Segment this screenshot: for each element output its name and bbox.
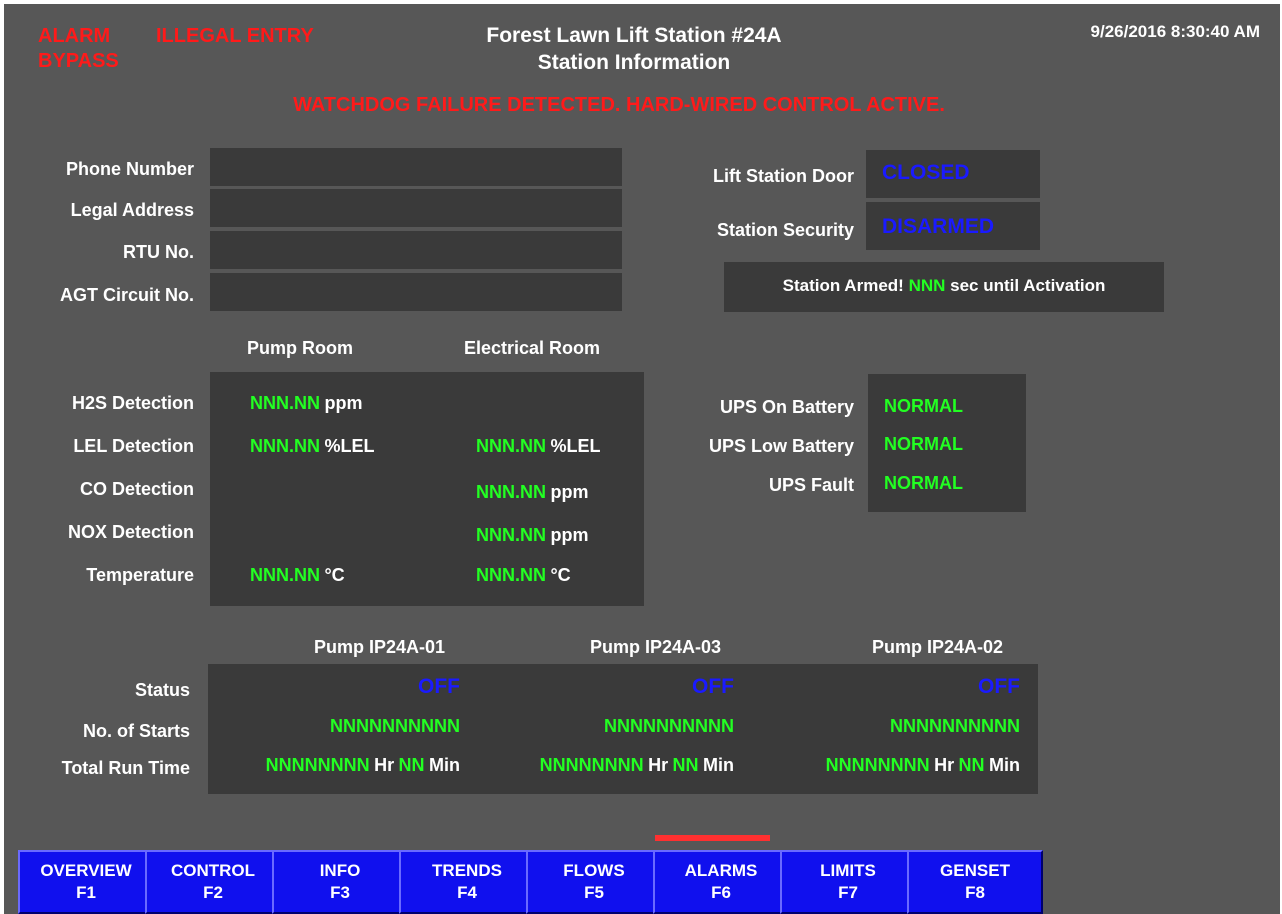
- pump-room-h2s: NNN.NN ppm: [250, 393, 363, 413]
- watchdog-alarm: WATCHDOG FAILURE DETECTED. HARD-WIRED CO…: [293, 94, 945, 116]
- pump-room-temperature: NNN.NN °C: [250, 565, 345, 585]
- electrical-room-temperature: NNN.NN °C: [476, 565, 571, 585]
- gas-row-label: NOX Detection: [67, 522, 194, 542]
- hmi-screen: ALARM BYPASS ILLEGAL ENTRY Forest Lawn L…: [4, 4, 1280, 914]
- alarm-bypass-line1: ALARM: [38, 25, 111, 47]
- pump-runtime-value: NNNNNNNN Hr NN Min: [265, 755, 460, 775]
- door-status-value: CLOSED: [882, 161, 970, 184]
- alarm-bypass-indicator: ALARM BYPASS: [38, 24, 119, 74]
- nav-button-trends[interactable]: TRENDS F4: [399, 850, 535, 914]
- armed-suffix: sec until Activation: [950, 276, 1106, 295]
- phone-field[interactable]: [210, 148, 622, 186]
- pump-status-value: OFF: [692, 675, 734, 698]
- nav-button-alarms[interactable]: ALARMS F6: [653, 850, 789, 914]
- ups-low-battery-label: UPS Low Battery: [708, 436, 854, 456]
- starts-label: No. of Starts: [82, 721, 190, 741]
- door-label: Lift Station Door: [713, 166, 854, 186]
- gas-row-label: LEL Detection: [73, 436, 194, 456]
- rtu-field[interactable]: [210, 231, 622, 269]
- pump-room-header: Pump Room: [247, 338, 353, 358]
- station-name: Forest Lawn Lift Station #24A: [486, 24, 782, 47]
- ups-on-battery-label: UPS On Battery: [719, 397, 854, 417]
- runtime-label: Total Run Time: [61, 758, 190, 778]
- electrical-room-nox: NNN.NN ppm: [476, 525, 589, 545]
- door-status-box: CLOSED: [866, 150, 1040, 198]
- armed-countdown-box: Station Armed! NNN sec until Activation: [724, 262, 1164, 312]
- datetime: 9/26/2016 8:30:40 AM: [1090, 22, 1260, 41]
- status-label: Status: [134, 680, 190, 700]
- electrical-room-lel: NNN.NN %LEL: [476, 436, 601, 456]
- nav-button-limits[interactable]: LIMITS F7: [780, 850, 916, 914]
- nav-button-flows[interactable]: FLOWS F5: [526, 850, 662, 914]
- active-page-indicator: [655, 835, 770, 841]
- address-label: Legal Address: [70, 200, 194, 220]
- gas-row-label: H2S Detection: [71, 393, 194, 413]
- pump-status-value: OFF: [418, 675, 460, 698]
- nav-button-info[interactable]: INFO F3: [272, 850, 408, 914]
- nav-button-genset[interactable]: GENSET F8: [907, 850, 1043, 914]
- security-status-box: DISARMED: [866, 202, 1040, 250]
- pump-status-value: OFF: [978, 675, 1020, 698]
- gas-row-label: CO Detection: [79, 479, 194, 499]
- security-status-value: DISARMED: [882, 215, 995, 238]
- pump-starts-value: NNNNNNNNNN: [330, 716, 460, 736]
- security-label: Station Security: [716, 220, 854, 240]
- ups-fault-value: NORMAL: [884, 473, 963, 493]
- nav-button-control[interactable]: CONTROL F2: [145, 850, 281, 914]
- pump-starts-value: NNNNNNNNNN: [604, 716, 734, 736]
- armed-seconds: NNN: [908, 276, 946, 295]
- pump-name: Pump IP24A-03: [590, 637, 722, 657]
- address-field[interactable]: [210, 189, 622, 227]
- agt-field[interactable]: [210, 273, 622, 311]
- page-subtitle: Station Information: [537, 51, 731, 74]
- armed-countdown: Station Armed! NNN sec until Activation: [724, 276, 1164, 296]
- pump-runtime-value: NNNNNNNN Hr NN Min: [825, 755, 1020, 775]
- ups-on-battery-value: NORMAL: [884, 396, 963, 416]
- pump-name: Pump IP24A-02: [872, 637, 1004, 657]
- electrical-room-co: NNN.NN ppm: [476, 482, 589, 502]
- ups-low-battery-value: NORMAL: [884, 434, 963, 454]
- agt-label: AGT Circuit No.: [60, 285, 194, 305]
- pump-starts-value: NNNNNNNNNN: [890, 716, 1020, 736]
- nav-button-overview[interactable]: OVERVIEW F1: [18, 850, 154, 914]
- illegal-entry-indicator: ILLEGAL ENTRY: [156, 25, 314, 47]
- rtu-label: RTU No.: [123, 242, 194, 262]
- electrical-room-header: Electrical Room: [464, 338, 601, 358]
- pump-room-lel: NNN.NN %LEL: [250, 436, 375, 456]
- page-title: Forest Lawn Lift Station #24A Station In…: [384, 22, 884, 76]
- alarm-bypass-line2: BYPASS: [38, 50, 119, 72]
- phone-label: Phone Number: [65, 159, 194, 179]
- pump-name: Pump IP24A-01: [314, 637, 446, 657]
- gas-row-label: Temperature: [86, 565, 194, 585]
- armed-prefix: Station Armed!: [782, 276, 904, 295]
- ups-fault-label: UPS Fault: [768, 475, 854, 495]
- pump-runtime-value: NNNNNNNN Hr NN Min: [539, 755, 734, 775]
